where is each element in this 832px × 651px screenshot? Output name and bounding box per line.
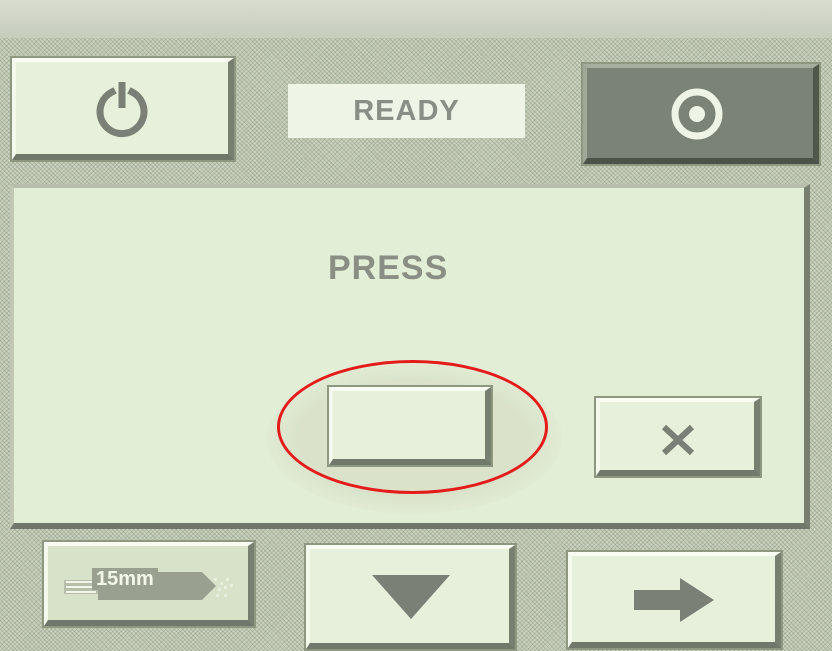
next-button[interactable] (568, 552, 781, 648)
record-stop-icon (671, 88, 723, 140)
top-bezel (0, 0, 832, 38)
dialog-prompt: PRESS (328, 249, 449, 287)
lcd-screen: READY PRESS 15mm (0, 0, 832, 651)
power-button[interactable] (12, 58, 234, 160)
right-arrow-icon (634, 578, 714, 622)
annotation-circle (277, 360, 548, 494)
down-button[interactable] (306, 545, 515, 649)
cable-length-label: 15mm (92, 568, 158, 590)
status-indicator: READY (288, 84, 525, 138)
stop-button[interactable] (583, 64, 819, 164)
down-triangle-icon (372, 575, 450, 619)
power-icon (96, 82, 148, 138)
status-label: READY (353, 94, 460, 127)
cancel-button[interactable] (596, 398, 760, 476)
cable-length-button[interactable]: 15mm (44, 542, 254, 626)
x-icon (661, 424, 695, 456)
